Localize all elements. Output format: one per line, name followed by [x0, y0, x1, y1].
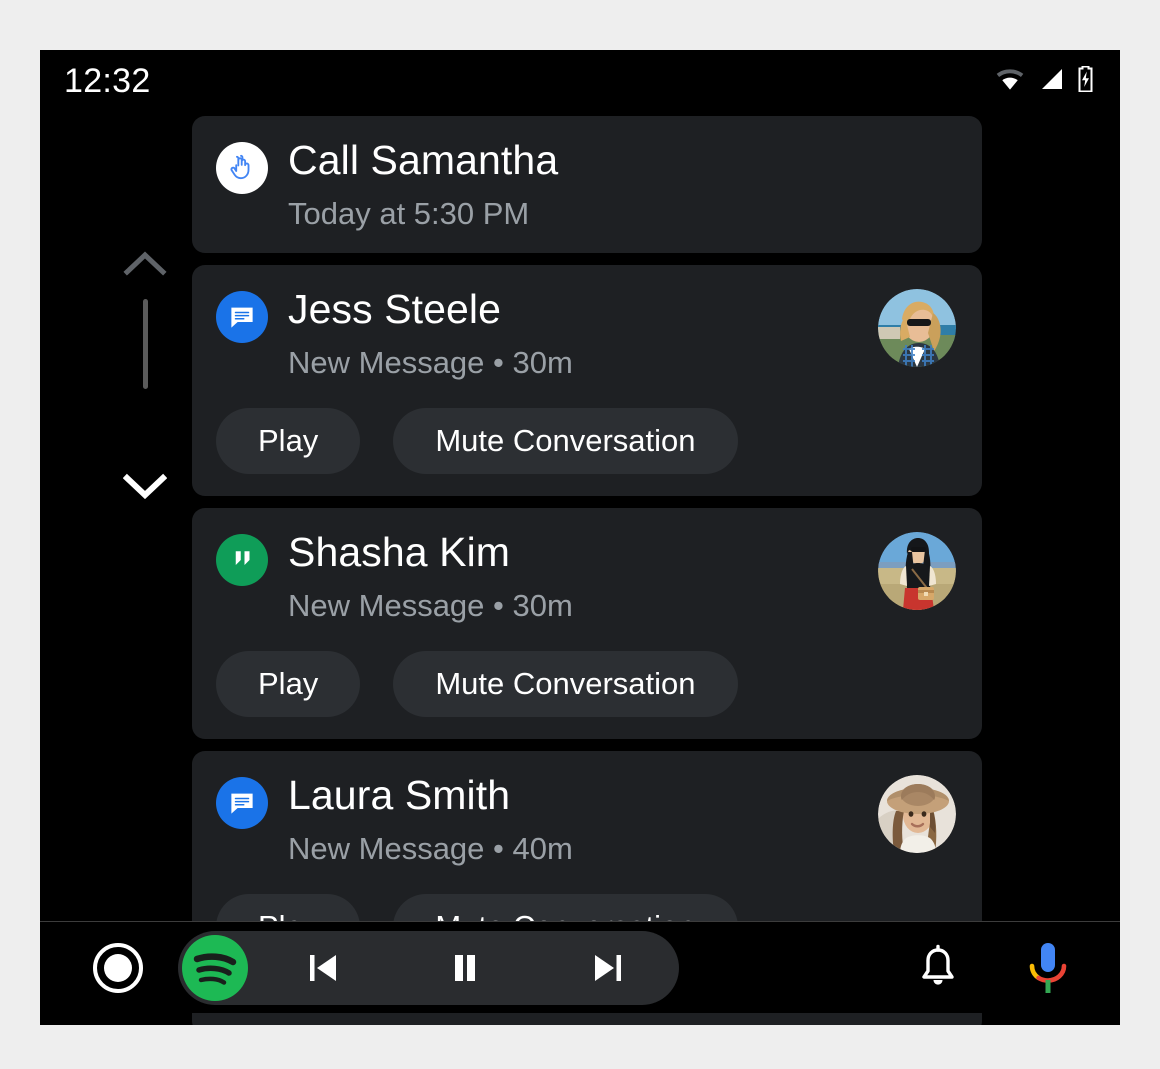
- notification-header: Shasha Kim New Message • 30m: [216, 529, 956, 623]
- play-button[interactable]: Play: [216, 651, 361, 717]
- notification-text: Jess Steele New Message • 30m: [288, 286, 858, 380]
- notification-card[interactable]: Shasha Kim New Message • 30m Play Mute C…: [192, 508, 982, 739]
- google-assistant-mic-icon[interactable]: [1016, 936, 1080, 1000]
- skip-previous-icon[interactable]: [252, 931, 394, 1005]
- android-auto-screen: 12:32 Call Samantha Today at 5:30 PM Jes…: [40, 50, 1120, 1025]
- status-icon-group: [995, 65, 1094, 97]
- hangouts-icon: [216, 534, 268, 586]
- notification-header: Call Samantha Today at 5:30 PM: [216, 137, 956, 231]
- status-clock: 12:32: [64, 62, 151, 100]
- notification-header: Laura Smith New Message • 40m: [216, 772, 956, 866]
- play-button[interactable]: Play: [216, 408, 361, 474]
- pause-icon[interactable]: [394, 931, 536, 1005]
- mute-conversation-button[interactable]: Mute Conversation: [393, 408, 738, 474]
- home-circle-icon[interactable]: [90, 940, 146, 996]
- spotify-icon[interactable]: [178, 931, 252, 1005]
- notification-card[interactable]: Call Samantha Today at 5:30 PM: [192, 116, 982, 253]
- avatar: [878, 775, 956, 853]
- notification-text: Laura Smith New Message • 40m: [288, 772, 858, 866]
- battery-charging-icon: [1077, 65, 1094, 97]
- bell-icon[interactable]: [906, 936, 970, 1000]
- mute-conversation-button[interactable]: Mute Conversation: [393, 651, 738, 717]
- wifi-icon: [995, 67, 1025, 96]
- notification-text: Shasha Kim New Message • 30m: [288, 529, 858, 623]
- notification-text: Call Samantha Today at 5:30 PM: [288, 137, 956, 231]
- media-control-pill: [178, 930, 679, 1005]
- notification-actions: Play Mute Conversation: [216, 408, 956, 474]
- cell-signal-icon: [1038, 67, 1064, 96]
- chevron-down-icon[interactable]: [122, 473, 168, 504]
- notification-header: Jess Steele New Message • 30m: [216, 286, 956, 380]
- avatar: [878, 289, 956, 367]
- scrollbar[interactable]: [98, 200, 192, 600]
- scrollbar-thumb[interactable]: [142, 299, 148, 389]
- chevron-up-icon[interactable]: [123, 250, 167, 281]
- notification-subtitle: New Message • 30m: [288, 587, 573, 623]
- bottom-nav-bar: [40, 921, 1120, 1013]
- avatar: [878, 532, 956, 610]
- notification-title: Jess Steele: [288, 286, 502, 332]
- notification-card[interactable]: Jess Steele New Message • 30m Play Mute …: [192, 265, 982, 496]
- notification-subtitle: New Message • 40m: [288, 830, 573, 866]
- notification-subtitle: New Message • 30m: [288, 344, 573, 380]
- status-bar: 12:32: [40, 50, 1120, 112]
- notification-title: Shasha Kim: [288, 529, 511, 575]
- messages-icon: [216, 777, 268, 829]
- reminder-hand-string-icon: [216, 142, 268, 194]
- notification-list[interactable]: Call Samantha Today at 5:30 PM Jess Stee…: [192, 116, 982, 1025]
- messages-icon: [216, 291, 268, 343]
- skip-next-icon[interactable]: [537, 931, 679, 1005]
- notification-subtitle: Today at 5:30 PM: [288, 195, 530, 231]
- notification-actions: Play Mute Conversation: [216, 651, 956, 717]
- notification-title: Call Samantha: [288, 137, 559, 183]
- notification-title: Laura Smith: [288, 772, 511, 818]
